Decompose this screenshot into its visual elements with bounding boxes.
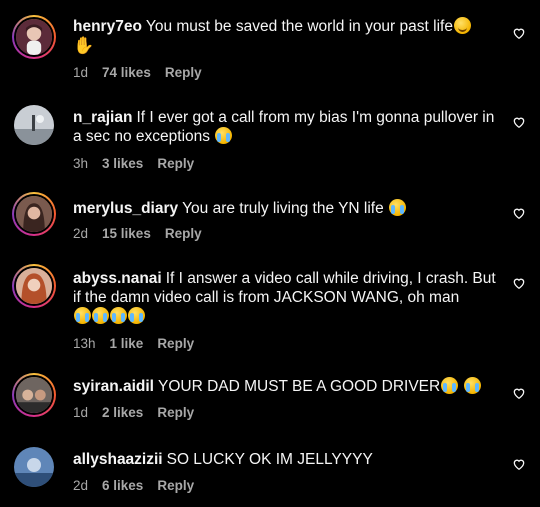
heart-outline-icon[interactable]	[512, 206, 526, 220]
crying-emoji-icon	[441, 377, 459, 394]
comment-username[interactable]: n_rajian	[73, 109, 132, 126]
avatar[interactable]	[12, 192, 56, 236]
comment-username[interactable]: merylus_diary	[73, 200, 178, 217]
comment-time: 2d	[73, 226, 89, 241]
heart-outline-icon[interactable]	[512, 276, 526, 290]
comment-meta: 1d 74 likes Reply	[73, 65, 202, 80]
comment-text: syiran.aidil YOUR DAD MUST BE A GOOD DRIV…	[73, 377, 498, 396]
comment-body: YOUR DAD MUST BE A GOOD DRIVER	[157, 378, 441, 395]
comment-time: 2d	[73, 478, 89, 493]
comment-username[interactable]: allyshaazizii	[73, 451, 163, 468]
comment-likes[interactable]: 15 likes	[102, 226, 151, 241]
reply-button[interactable]: Reply	[157, 405, 194, 420]
comment-meta: 3h 3 likes Reply	[73, 156, 194, 171]
crying-emoji-icon	[92, 307, 109, 324]
comment-body: You must be saved the world in your past…	[145, 18, 453, 35]
reply-button[interactable]: Reply	[165, 65, 202, 80]
comment-time: 1d	[73, 405, 89, 420]
comment-username[interactable]: henry7eo	[73, 18, 142, 35]
reply-button[interactable]: Reply	[157, 336, 194, 351]
laughing-emoji-icon	[389, 199, 407, 216]
comment-likes[interactable]: 74 likes	[102, 65, 151, 80]
comment-text: merylus_diary You are truly living the YN…	[73, 199, 498, 218]
avatar[interactable]	[12, 264, 56, 308]
avatar-photo	[14, 105, 54, 145]
comment-likes[interactable]: 3 likes	[102, 156, 143, 171]
comment-text: n_rajian If I ever got a call from my bia…	[73, 108, 498, 146]
avatar[interactable]	[12, 373, 56, 417]
avatar-photo	[14, 375, 54, 415]
reply-button[interactable]: Reply	[165, 226, 202, 241]
comment-meta: 2d 15 likes Reply	[73, 226, 202, 241]
comment-time: 1d	[73, 65, 89, 80]
rock-hand-emoji-icon: ✋	[73, 36, 95, 55]
comment-username[interactable]: syiran.aidil	[73, 378, 154, 395]
heart-outline-icon[interactable]	[512, 26, 526, 40]
comment-body: If I ever got a call from my bias I'm go…	[73, 109, 495, 145]
comment-likes[interactable]: 1 like	[110, 336, 144, 351]
comment-body: SO LUCKY OK IM JELLYYYY	[166, 451, 373, 468]
avatar-photo	[14, 194, 54, 234]
comment-body: You are truly living the YN life	[182, 200, 384, 217]
comment-meta: 13h 1 like Reply	[73, 336, 194, 351]
reply-button[interactable]: Reply	[157, 478, 194, 493]
avatar-photo	[14, 447, 54, 487]
comment-text: henry7eo You must be saved the world in y…	[73, 17, 498, 56]
reply-button[interactable]: Reply	[157, 156, 194, 171]
laughing-emoji-icon	[74, 307, 91, 324]
crying-emoji-icon	[128, 307, 145, 324]
comment-time: 13h	[73, 336, 96, 351]
comment-username[interactable]: abyss.nanai	[73, 270, 162, 287]
avatar-photo	[14, 266, 54, 306]
comment-text: allyshaazizii SO LUCKY OK IM JELLYYYY	[73, 450, 498, 469]
comment-likes[interactable]: 2 likes	[102, 405, 143, 420]
crying-emoji-icon	[215, 127, 233, 144]
crying-emoji-icon	[110, 307, 127, 324]
heart-outline-icon[interactable]	[512, 115, 526, 129]
comment-meta: 1d 2 likes Reply	[73, 405, 194, 420]
comment-likes[interactable]: 6 likes	[102, 478, 143, 493]
rofl-emoji-icon	[453, 17, 471, 34]
comment-time: 3h	[73, 156, 89, 171]
avatar[interactable]	[14, 447, 54, 487]
avatar[interactable]	[12, 15, 56, 59]
avatar-photo	[14, 17, 54, 57]
heart-outline-icon[interactable]	[512, 386, 526, 400]
heart-outline-icon[interactable]	[512, 457, 526, 471]
comment-text: abyss.nanai If I answer a video call whil…	[73, 269, 498, 326]
crying-emoji-icon	[463, 377, 481, 394]
avatar[interactable]	[14, 105, 54, 145]
comment-meta: 2d 6 likes Reply	[73, 478, 194, 493]
